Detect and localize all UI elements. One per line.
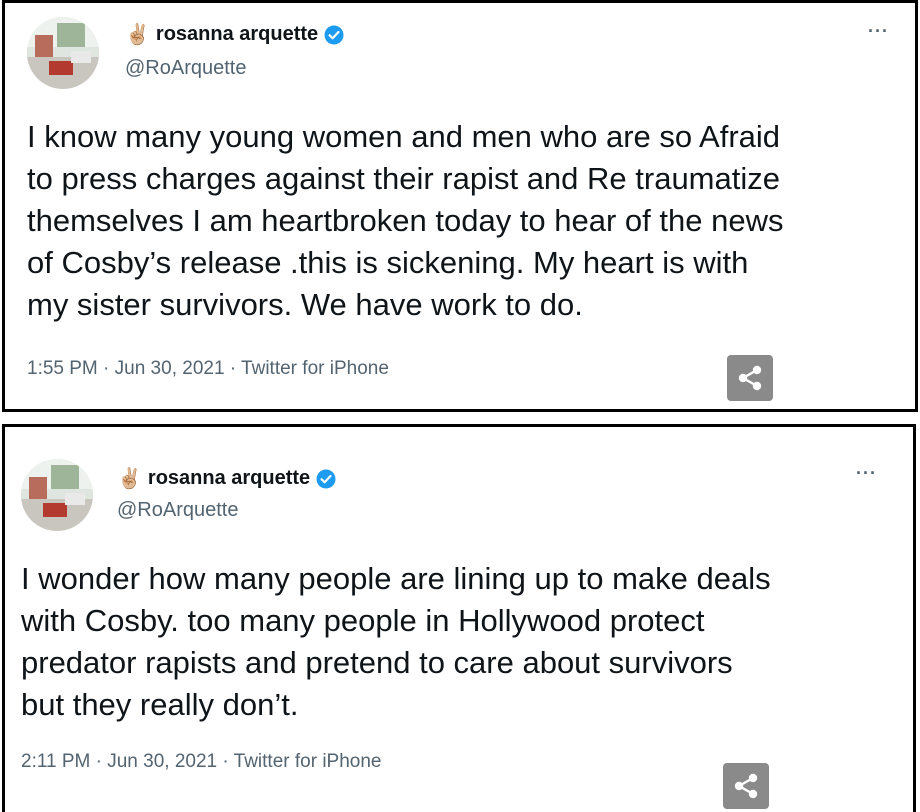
avatar[interactable] xyxy=(27,17,99,89)
author-row: ✌🏼 rosanna arquette xyxy=(125,23,344,46)
share-icon xyxy=(734,773,758,799)
avatar[interactable] xyxy=(21,459,93,531)
display-name[interactable]: rosanna arquette xyxy=(148,467,310,490)
more-options-icon[interactable]: ··· xyxy=(856,463,877,484)
verified-badge-icon xyxy=(324,25,344,45)
verified-badge-icon xyxy=(316,469,336,489)
user-handle[interactable]: @RoArquette xyxy=(125,57,246,80)
tweet-card[interactable]: ✌🏼 rosanna arquette @RoArquette ··· I kn… xyxy=(2,0,918,412)
peace-emoji: ✌🏼 xyxy=(117,467,142,490)
share-button[interactable] xyxy=(723,763,769,809)
tweet-text: I wonder how many people are lining up t… xyxy=(21,561,771,722)
share-button[interactable] xyxy=(727,355,773,401)
author-row: ✌🏼 rosanna arquette xyxy=(117,467,336,490)
tweet-timestamp[interactable]: 2:11 PM · Jun 30, 2021 · Twitter for iPh… xyxy=(21,751,382,773)
tweet-timestamp[interactable]: 1:55 PM · Jun 30, 2021 · Twitter for iPh… xyxy=(27,358,389,380)
display-name[interactable]: rosanna arquette xyxy=(156,23,318,46)
user-handle[interactable]: @RoArquette xyxy=(117,499,238,522)
peace-emoji: ✌🏼 xyxy=(125,23,150,46)
tweet-text: I know many young women and men who are … xyxy=(27,119,784,322)
share-icon xyxy=(738,365,762,391)
more-options-icon[interactable]: ··· xyxy=(868,21,889,42)
tweet-card[interactable]: ✌🏼 rosanna arquette @RoArquette ··· I wo… xyxy=(2,424,916,812)
